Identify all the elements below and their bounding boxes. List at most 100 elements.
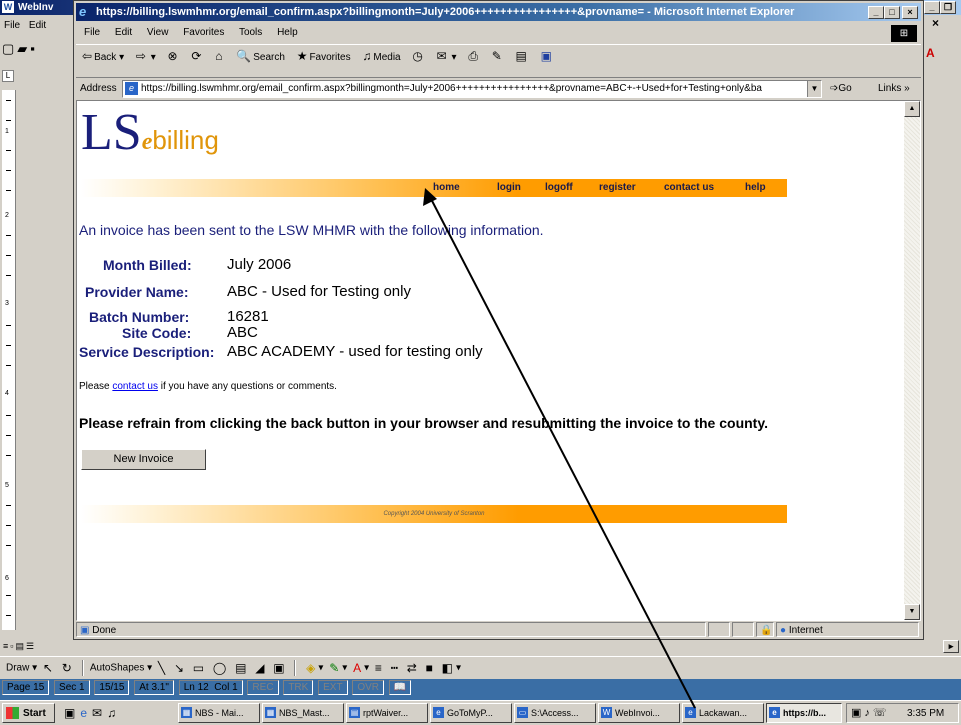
new-invoice-button[interactable]: New Invoice: [81, 449, 206, 470]
autoshapes-menu[interactable]: AutoShapes: [90, 663, 145, 674]
task-nbs-mast[interactable]: ▦ NBS_Mast...: [262, 703, 344, 723]
menu-tools[interactable]: Tools: [239, 27, 262, 38]
outlook-quicklaunch-icon[interactable]: ✉: [92, 706, 107, 720]
word-menu-file[interactable]: File: [4, 20, 20, 31]
maximize-icon[interactable]: □: [884, 6, 900, 19]
free-rotate-icon[interactable]: ↻: [62, 657, 72, 679]
scroll-up-icon[interactable]: ▲: [904, 101, 920, 117]
text-box-icon[interactable]: ▤: [235, 657, 246, 679]
line-color-icon[interactable]: ✎: [329, 657, 339, 679]
home-button[interactable]: ⌂: [215, 45, 224, 69]
status-trk[interactable]: TRK: [283, 680, 314, 695]
windows-flag-icon: [6, 707, 19, 719]
stop-button[interactable]: ⊗: [168, 45, 180, 69]
word-minimize-icon[interactable]: _: [924, 1, 940, 14]
service-description-label: Service Description:: [79, 344, 215, 360]
word-menu-edit[interactable]: Edit: [29, 20, 46, 31]
edit-button[interactable]: ✎: [492, 45, 504, 69]
status-rec[interactable]: REC: [247, 680, 279, 695]
done-page-icon: ▣: [80, 625, 90, 636]
minimize-icon[interactable]: _: [868, 6, 884, 19]
close-icon[interactable]: ×: [902, 6, 918, 19]
print-button[interactable]: ⎙: [468, 45, 480, 69]
start-button[interactable]: Start: [2, 703, 55, 723]
contact-us-link[interactable]: contact us: [112, 381, 158, 392]
forward-arrow-icon: ⇨: [135, 49, 146, 63]
nav-contact-us[interactable]: contact us: [664, 179, 714, 197]
font-color-icon[interactable]: A: [353, 657, 361, 679]
scroll-down-icon[interactable]: ▼: [904, 604, 920, 620]
mail-button[interactable]: ✉ ▾: [437, 45, 457, 69]
nav-home[interactable]: home: [433, 179, 460, 197]
folder-icon: ▭: [517, 707, 528, 718]
font-color-icon[interactable]: A: [926, 46, 935, 60]
address-input[interactable]: e https://billing.lswmhmr.org/email_conf…: [122, 80, 822, 98]
line-style-icon[interactable]: ≡: [375, 657, 382, 679]
spelling-status-icon[interactable]: 📖: [388, 680, 412, 695]
show-desktop-icon[interactable]: ▣: [64, 706, 80, 720]
search-button[interactable]: 🔍 Search: [236, 45, 285, 69]
word-close-doc-icon[interactable]: ×: [932, 16, 939, 30]
address-dropdown-icon[interactable]: ▼: [807, 81, 821, 97]
nav-login[interactable]: login: [497, 179, 521, 197]
refresh-button[interactable]: ⟳: [191, 45, 203, 69]
page-vertical-scrollbar[interactable]: ▲ ▼: [904, 101, 920, 620]
status-ovr[interactable]: OVR: [352, 680, 385, 695]
menu-favorites[interactable]: Favorites: [183, 27, 224, 38]
go-button[interactable]: ➩Go: [830, 78, 852, 100]
task-webinvoi[interactable]: W WebInvoi...: [598, 703, 680, 723]
clock[interactable]: 3:35 PM: [907, 708, 944, 719]
favorites-button[interactable]: ★ Favorites: [297, 45, 351, 69]
dash-style-icon[interactable]: ┅: [391, 657, 398, 679]
line-icon[interactable]: ╲: [158, 657, 165, 679]
word-hscroll-right[interactable]: ▸: [940, 639, 961, 654]
media-button[interactable]: ♫ Media: [362, 45, 400, 69]
task-gotomyp[interactable]: e GoToMyP...: [430, 703, 512, 723]
lock-icon: 🔒: [756, 622, 774, 637]
word-restore-icon[interactable]: ❐: [940, 1, 956, 14]
shadow-icon[interactable]: ■: [426, 657, 433, 679]
menu-help[interactable]: Help: [277, 27, 298, 38]
discuss-button[interactable]: ▤: [516, 45, 529, 69]
3d-icon[interactable]: ◧: [442, 657, 453, 679]
zone-indicator: ● Internet: [776, 622, 919, 637]
tab-selector-icon[interactable]: L: [2, 70, 14, 82]
save-icon[interactable]: ▪: [30, 41, 38, 56]
insert-picture-icon[interactable]: ▣: [273, 657, 284, 679]
oval-icon[interactable]: ◯: [213, 657, 226, 679]
new-document-icon[interactable]: ▢: [2, 41, 17, 56]
word-window-controls: _ ❐: [924, 0, 961, 15]
arrow-style-icon[interactable]: ⇄: [407, 657, 417, 679]
nav-logoff[interactable]: logoff: [545, 179, 573, 197]
word-view-buttons[interactable]: ≡▫▤☰: [0, 639, 73, 654]
task-https-billing[interactable]: e https://b...: [766, 703, 842, 723]
back-button[interactable]: ⇦ Back ▾: [82, 45, 124, 69]
menu-edit[interactable]: Edit: [115, 27, 132, 38]
wordart-icon[interactable]: ◢: [255, 657, 264, 679]
menu-view[interactable]: View: [147, 27, 169, 38]
select-objects-icon[interactable]: ↖: [43, 657, 53, 679]
links-button[interactable]: Links »: [878, 78, 910, 100]
nav-help[interactable]: help: [745, 179, 766, 197]
ruler-number: 5: [5, 482, 9, 489]
menu-file[interactable]: File: [84, 27, 100, 38]
task-nbs-mai[interactable]: ▦ NBS - Mai...: [178, 703, 260, 723]
open-folder-icon[interactable]: ▰: [17, 41, 30, 56]
arrow-icon[interactable]: ↘: [174, 657, 184, 679]
tray-icons[interactable]: ▣♪☏: [851, 704, 890, 723]
ie-quicklaunch-icon[interactable]: e: [80, 706, 92, 720]
history-button[interactable]: ◷: [412, 45, 424, 69]
draw-menu[interactable]: Draw: [6, 663, 29, 674]
fill-color-icon[interactable]: ◈: [306, 657, 315, 679]
forward-button[interactable]: ⇨ ▾: [136, 45, 156, 69]
task-rptwaiver[interactable]: ▤ rptWaiver...: [346, 703, 428, 723]
messenger-button[interactable]: ▣: [541, 45, 554, 69]
ie-title-bar[interactable]: e https://billing.lswmhmr.org/email_conf…: [76, 3, 921, 21]
nav-register[interactable]: register: [599, 179, 636, 197]
status-ext[interactable]: EXT: [318, 680, 348, 695]
task-s-access[interactable]: ▭ S:\Access...: [514, 703, 596, 723]
favorites-icon: ★: [296, 49, 308, 63]
media-quicklaunch-icon[interactable]: ♫: [107, 706, 121, 720]
task-lackawan[interactable]: e Lackawan...: [682, 703, 764, 723]
rectangle-icon[interactable]: ▭: [193, 657, 204, 679]
